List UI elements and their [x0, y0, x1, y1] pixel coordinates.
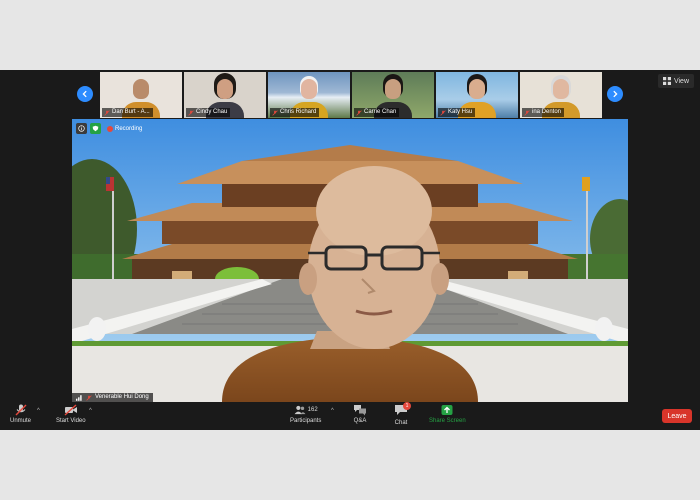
- share-screen-label: Share Screen: [429, 418, 466, 424]
- signal-bars-icon: [76, 394, 82, 401]
- participant-nametag: Cindy Chau: [186, 108, 231, 117]
- participant-nametag: Chris Richard: [270, 108, 320, 117]
- participants-options-caret[interactable]: ^: [331, 408, 334, 414]
- participant-face: [553, 79, 569, 99]
- active-speaker-nametag: Venerable Hui Dong: [72, 393, 153, 402]
- zoom-meeting-window: View Dan Burt - A... Cindy Chau Chris Ri…: [0, 70, 700, 430]
- participant-name: Katy Hsu: [448, 109, 473, 115]
- active-speaker-video: Recording Venerable Hui Dong: [72, 119, 628, 402]
- meeting-toolbar: Unmute ^ Start Video ^ 162 Participants …: [0, 402, 700, 430]
- participant-face: [469, 79, 485, 99]
- active-speaker-name: Venerable Hui Dong: [95, 394, 149, 400]
- participant-nametag: Carrie Chan: [354, 108, 400, 117]
- participants-icon: [294, 405, 306, 415]
- temple-virtual-background: [72, 119, 628, 402]
- meeting-info-button[interactable]: [76, 123, 87, 134]
- participant-nametag: Dan Burt - A...: [102, 108, 153, 117]
- info-icon: [78, 125, 85, 132]
- qa-button[interactable]: Q&A: [353, 404, 367, 424]
- mic-muted-icon: [524, 109, 530, 116]
- share-screen-icon: [441, 405, 453, 415]
- participant-face: [217, 79, 233, 99]
- leave-button[interactable]: Leave: [662, 409, 692, 423]
- participant-tile[interactable]: Cindy Chau: [184, 72, 266, 118]
- participant-tile[interactable]: Carrie Chan: [352, 72, 434, 118]
- qa-label: Q&A: [353, 418, 367, 424]
- mic-muted-icon: [272, 109, 278, 116]
- chevron-right-icon: [613, 90, 618, 98]
- participant-name: Cindy Chau: [196, 109, 228, 115]
- participants-label: Participants: [290, 418, 322, 424]
- next-page-button[interactable]: [607, 86, 623, 102]
- participants-button[interactable]: 162 Participants: [290, 404, 321, 424]
- chat-label: Chat: [394, 420, 408, 426]
- mic-muted-icon: [440, 109, 446, 116]
- participant-nametag: ina Denton: [522, 108, 565, 117]
- participant-nametag: Katy Hsu: [438, 108, 476, 117]
- chat-button[interactable]: 1 Chat: [394, 402, 411, 426]
- chevron-left-icon: [82, 90, 87, 98]
- participant-name: Chris Richard: [280, 109, 317, 115]
- grid-view-icon: [662, 77, 671, 85]
- view-label: View: [673, 77, 689, 85]
- participant-tile[interactable]: Katy Hsu: [436, 72, 518, 118]
- mic-muted-icon: [356, 109, 362, 116]
- share-screen-button[interactable]: Share Screen: [429, 404, 466, 424]
- view-button[interactable]: View: [657, 74, 694, 88]
- shield-icon: [92, 125, 99, 132]
- unmute-label: Unmute: [10, 418, 32, 424]
- video-options-caret[interactable]: ^: [89, 408, 92, 414]
- participant-tile[interactable]: ina Denton: [520, 72, 602, 118]
- participant-face: [301, 79, 317, 99]
- unmute-button[interactable]: Unmute: [10, 404, 31, 424]
- participant-face: [133, 79, 149, 99]
- recording-indicator[interactable]: Recording: [107, 125, 143, 132]
- participant-tile[interactable]: Chris Richard: [268, 72, 350, 118]
- chat-unread-badge: 1: [403, 402, 411, 410]
- recording-label: Recording: [115, 125, 143, 132]
- mic-muted-icon: [86, 394, 92, 401]
- participant-name: ina Denton: [532, 109, 562, 115]
- prev-page-button[interactable]: [77, 86, 93, 102]
- meeting-status-badges: Recording: [76, 123, 142, 134]
- participant-thumbnail-strip: Dan Burt - A... Cindy Chau Chris Richard: [100, 72, 602, 118]
- mic-muted-icon: [104, 109, 110, 116]
- video-off-icon: [64, 404, 77, 416]
- record-icon: [107, 125, 113, 132]
- mic-muted-icon: [188, 109, 194, 116]
- start-video-button[interactable]: Start Video: [56, 404, 86, 424]
- encryption-shield-button[interactable]: [90, 123, 101, 134]
- qa-bubbles-icon: [354, 405, 366, 416]
- participant-tile[interactable]: Dan Burt - A...: [100, 72, 182, 118]
- audio-options-caret[interactable]: ^: [37, 408, 40, 414]
- mic-muted-icon: [15, 404, 26, 416]
- participant-name: Carrie Chan: [364, 109, 397, 115]
- start-video-label: Start Video: [56, 418, 86, 424]
- participant-name: Dan Burt - A...: [112, 109, 150, 115]
- participant-face: [385, 79, 401, 99]
- participants-count: 162: [307, 407, 318, 413]
